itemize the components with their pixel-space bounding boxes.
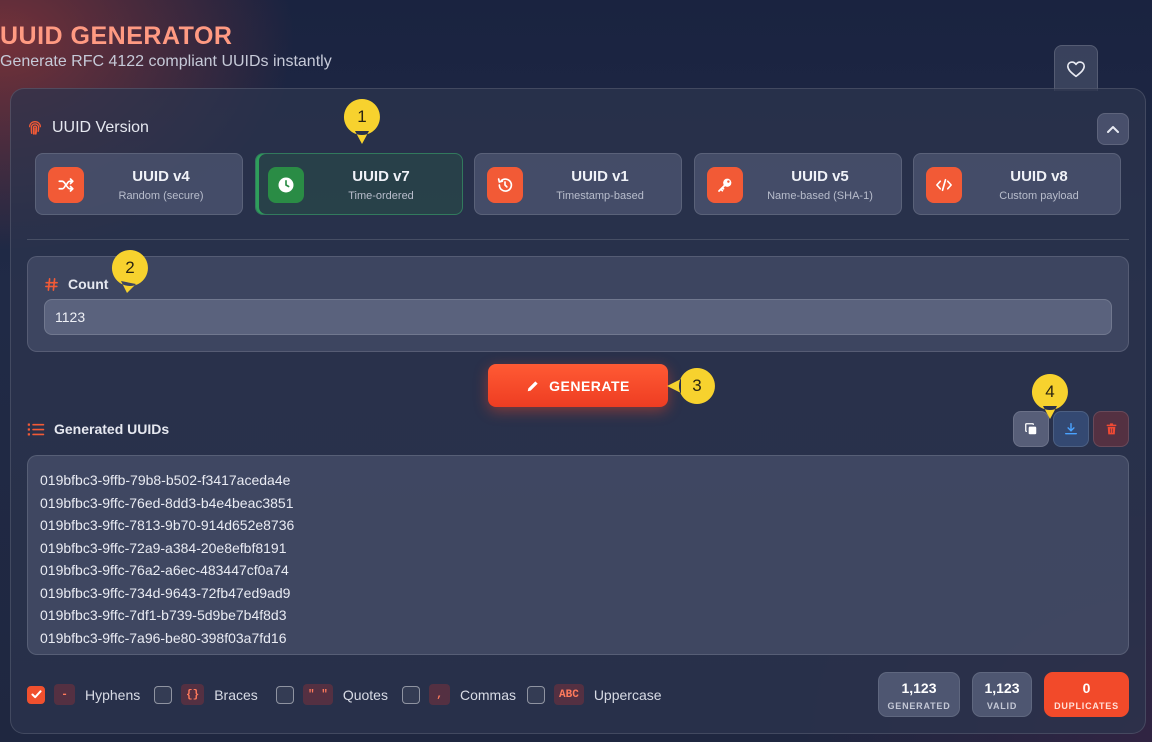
version-title: UUID v1 — [571, 168, 629, 185]
generate-label: GENERATE — [549, 377, 630, 394]
version-section-title: UUID Version — [27, 119, 149, 137]
stat-duplicates: 0 DUPLICATES — [1044, 672, 1129, 717]
version-card-v5[interactable]: UUID v5 Name-based (SHA-1) — [694, 153, 902, 215]
option-label: Quotes — [342, 686, 388, 703]
stat-value: 0 — [1082, 680, 1091, 696]
option-label: Hyphens — [85, 686, 141, 703]
download-icon — [1065, 423, 1077, 435]
history-icon — [497, 178, 513, 192]
version-title: UUID v4 — [132, 168, 190, 185]
option-label: Commas — [460, 686, 517, 703]
callout-marker-3: 3 — [667, 367, 716, 405]
uuid-item: 019bfbc3-9ffc-7b5e-a4d1-6c0e2f81b9a7 — [40, 649, 1116, 654]
uppercase-checkbox[interactable] — [527, 685, 545, 704]
callout-marker-1: 1 — [343, 98, 381, 144]
version-description: Time-ordered — [348, 190, 414, 202]
option-hyphens[interactable]: - Hyphens — [27, 684, 140, 705]
shuffle-icon — [58, 178, 74, 192]
hyphens-checkbox[interactable] — [27, 685, 45, 704]
uuid-item: 019bfbc3-9ffc-72a9-a384-20e8efbf8191 — [40, 539, 287, 556]
count-title: Count — [44, 276, 108, 292]
version-title: UUID v8 — [1010, 168, 1068, 185]
app-title: UUID GENERATOR — [0, 22, 233, 50]
divider — [27, 239, 1129, 240]
version-card-v8[interactable]: UUID v8 Custom payload — [913, 153, 1121, 215]
checkmark-icon — [30, 690, 42, 699]
stat-label: GENERATED — [887, 701, 951, 711]
uuid-item: 019bfbc3-9ffc-7813-9b70-914d652e8736 — [40, 517, 295, 533]
uuid-item: 019bfbc3-9ffc-7df1-b739-5d9be7b4f8d3 — [40, 607, 287, 623]
uuid-item: 019bfbc3-9ffb-79b8-b502-f3417aceda4e — [40, 472, 291, 488]
collapse-button[interactable] — [1097, 113, 1129, 145]
stat-value: 1,123 — [984, 680, 1020, 696]
version-description: Random (secure) — [118, 190, 204, 202]
uuid-item: 019bfbc3-9ffc-76a2-a6ec-483447cf0a74 — [40, 562, 289, 578]
version-title: UUID v5 — [791, 168, 849, 185]
favorite-button[interactable] — [1054, 45, 1098, 91]
option-badge: " " — [303, 684, 333, 705]
option-label: Uppercase — [593, 686, 662, 703]
fingerprint-icon — [29, 120, 41, 135]
option-commas[interactable]: , Commas — [402, 684, 516, 705]
stat-value: 1,123 — [901, 680, 937, 696]
callout-number: 3 — [692, 376, 702, 395]
option-label: Braces — [214, 686, 258, 703]
option-badge: {} — [181, 684, 205, 705]
version-section-label: UUID Version — [52, 119, 149, 136]
heart-icon — [1067, 60, 1085, 77]
stat-label: DUPLICATES — [1054, 701, 1119, 711]
pencil-icon — [527, 380, 538, 391]
generate-button[interactable]: GENERATE — [488, 364, 668, 407]
count-input[interactable] — [44, 299, 1112, 335]
version-title: UUID v7 — [352, 168, 410, 185]
version-description: Custom payload — [999, 190, 1079, 202]
uuid-item: 019bfbc3-9ffc-734d-9643-72fb47ed9ad9 — [40, 584, 291, 601]
callout-number: 1 — [357, 107, 367, 126]
stat-generated: 1,123 GENERATED — [878, 672, 960, 717]
callout-marker-4: 4 — [1031, 373, 1069, 419]
clear-button[interactable] — [1093, 411, 1129, 447]
version-card-v4[interactable]: UUID v4 Random (secure) — [35, 153, 243, 215]
option-braces[interactable]: {} Braces — [154, 684, 258, 705]
clock-icon — [278, 177, 294, 193]
copy-icon — [1025, 423, 1037, 435]
count-label: Count — [68, 276, 109, 292]
version-description: Timestamp-based — [556, 190, 644, 202]
uuid-item: 019bfbc3-9ffc-7a96-be80-398f03a7fd16 — [40, 629, 287, 646]
output-title: Generated UUIDs — [27, 421, 169, 437]
uuid-item: 019bfbc3-9ffc-76ed-8dd3-b4e4beac3851 — [40, 494, 294, 511]
uuid-output[interactable]: 019bfbc3-9ffb-79b8-b502-f3417aceda4e 019… — [27, 455, 1129, 655]
list-icon — [27, 423, 45, 435]
trash-icon — [1106, 423, 1116, 435]
version-card-v1[interactable]: UUID v1 Timestamp-based — [474, 153, 682, 215]
output-label: Generated UUIDs — [54, 421, 170, 437]
code-icon — [936, 178, 952, 192]
version-description: Name-based (SHA-1) — [767, 190, 873, 202]
commas-checkbox[interactable] — [402, 685, 420, 704]
braces-checkbox[interactable] — [154, 685, 172, 704]
option-badge: - — [54, 684, 75, 705]
chevron-up-icon — [1107, 126, 1119, 133]
option-quotes[interactable]: " " Quotes — [276, 684, 388, 705]
app-subtitle: Generate RFC 4122 compliant UUIDs instan… — [0, 53, 332, 70]
option-uppercase[interactable]: ABC Uppercase — [527, 684, 662, 705]
version-card-v7[interactable]: UUID v7 Time-ordered — [255, 153, 463, 215]
callout-number: 4 — [1045, 382, 1055, 401]
stat-label: VALID — [986, 701, 1018, 711]
stat-valid: 1,123 VALID — [972, 672, 1032, 717]
callout-number: 2 — [125, 258, 135, 277]
callout-marker-2: 2 — [111, 249, 149, 293]
option-badge: , — [429, 684, 450, 705]
key-icon — [718, 178, 732, 192]
option-badge: ABC — [554, 684, 584, 705]
hash-icon — [45, 277, 58, 291]
quotes-checkbox[interactable] — [276, 685, 294, 704]
